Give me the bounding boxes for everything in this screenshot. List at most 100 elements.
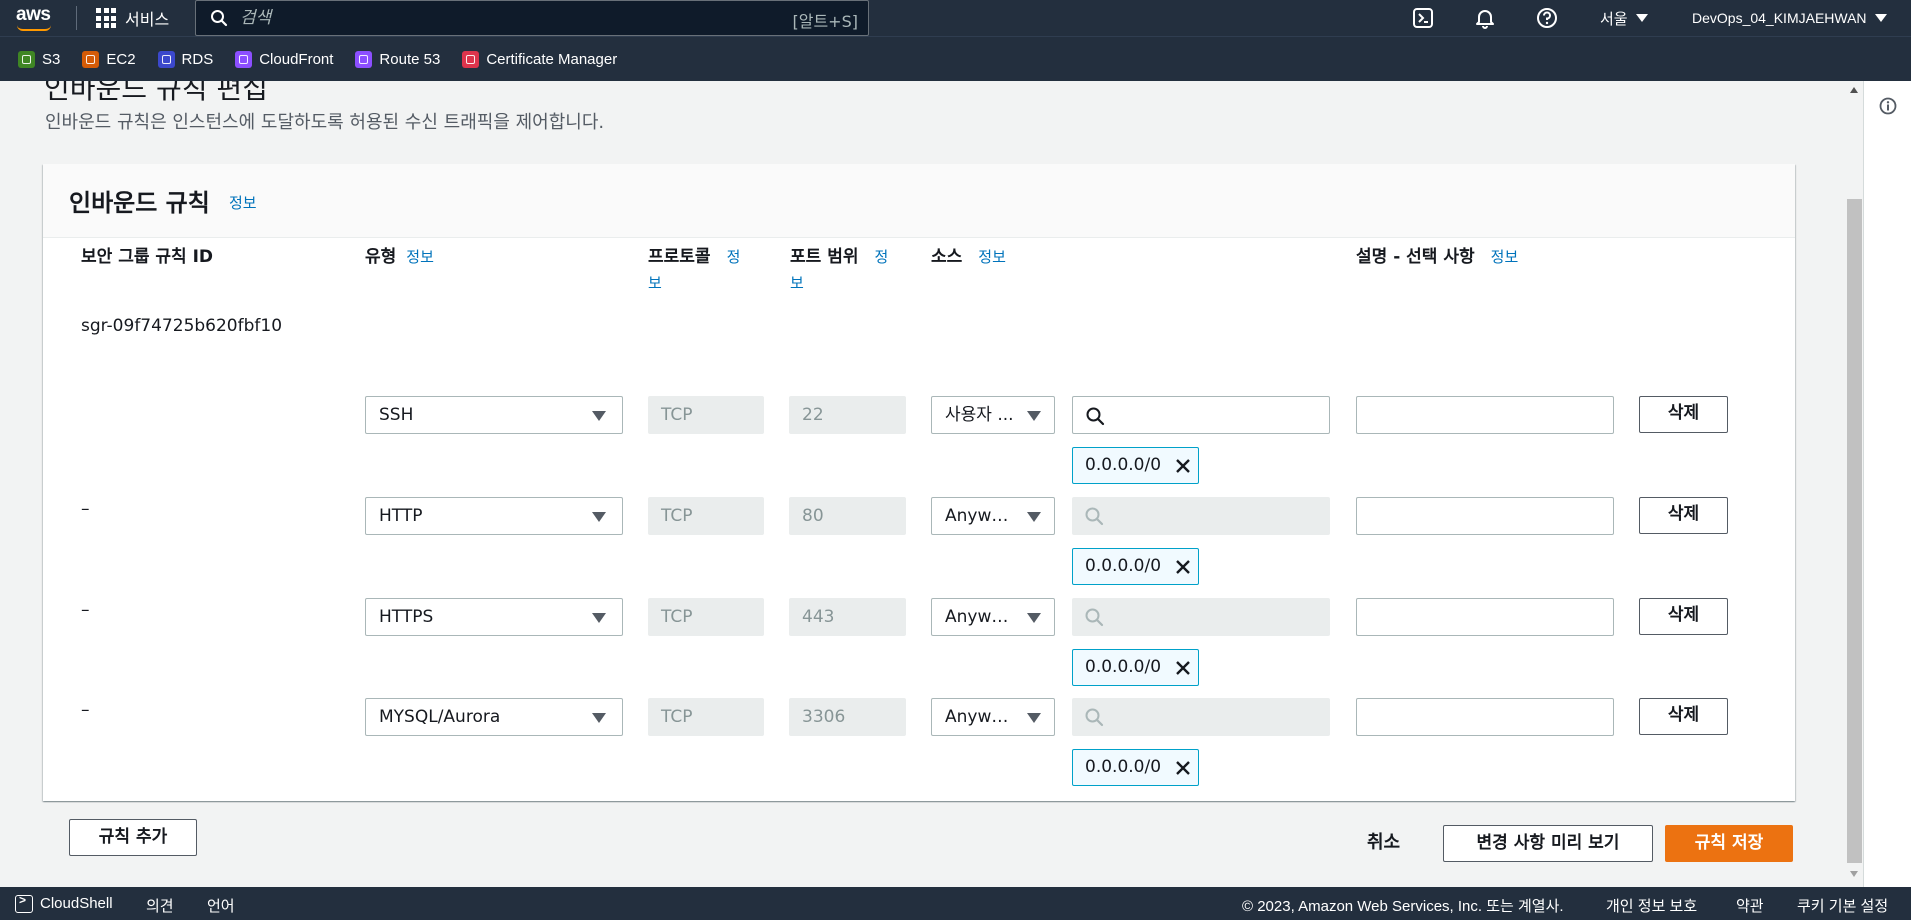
close-icon[interactable] bbox=[1175, 760, 1191, 776]
rule-id: sgr-09f74725b620fbf10 bbox=[81, 316, 283, 336]
delete-button[interactable]: 삭제 bbox=[1639, 598, 1728, 635]
delete-button[interactable]: 삭제 bbox=[1639, 698, 1728, 735]
source-select[interactable]: Anywh... bbox=[931, 598, 1055, 636]
panel-info-link[interactable]: 정보 bbox=[229, 192, 257, 213]
scrollbar-thumb[interactable] bbox=[1847, 199, 1862, 863]
language-link[interactable]: 언어 bbox=[207, 895, 235, 916]
caret-down-icon bbox=[592, 512, 606, 522]
port-range-field: 80 bbox=[789, 497, 906, 535]
bell-icon[interactable] bbox=[1474, 7, 1496, 29]
cidr-token: 0.0.0.0/0 bbox=[1072, 447, 1199, 484]
source-search-input[interactable] bbox=[1072, 396, 1330, 434]
feedback-link[interactable]: 의견 bbox=[146, 895, 174, 916]
vertical-scrollbar[interactable] bbox=[1846, 81, 1863, 887]
source-select[interactable]: Anywh... bbox=[931, 698, 1055, 736]
port-range-field: 443 bbox=[789, 598, 906, 636]
source-search-input bbox=[1072, 598, 1330, 636]
column-header-source: 소스 정보 bbox=[931, 247, 1006, 267]
copyright-text: © 2023, Amazon Web Services, Inc. 또는 계열사… bbox=[1242, 898, 1564, 915]
type-select[interactable]: SSH bbox=[365, 396, 623, 434]
type-select[interactable]: HTTPS bbox=[365, 598, 623, 636]
favorite-label: Route 53 bbox=[379, 50, 441, 68]
protocol-info-link[interactable]: 정 bbox=[727, 248, 741, 266]
favorite-label: RDS bbox=[181, 50, 214, 68]
preview-changes-button[interactable]: 변경 사항 미리 보기 bbox=[1443, 825, 1653, 862]
panel-title: 인바운드 규칙 bbox=[69, 189, 210, 217]
column-header-description: 설명 - 선택 사항 정보 bbox=[1356, 247, 1519, 267]
caret-down-icon bbox=[592, 713, 606, 723]
search-icon bbox=[1085, 608, 1104, 627]
save-rules-button[interactable]: 규칙 저장 bbox=[1665, 825, 1793, 862]
caret-down-icon bbox=[1027, 713, 1041, 723]
delete-button[interactable]: 삭제 bbox=[1639, 396, 1728, 433]
region-selector[interactable]: 서울 bbox=[1600, 0, 1648, 36]
favorite-cloudfront[interactable]: CloudFront bbox=[235, 50, 334, 68]
favorite-label: EC2 bbox=[106, 50, 136, 68]
services-label: 서비스 bbox=[125, 10, 170, 29]
type-info-link[interactable]: 정보 bbox=[406, 248, 434, 266]
account-label: DevOps_04_KIMJAEHWAN bbox=[1692, 10, 1867, 26]
source-info-link[interactable]: 정보 bbox=[978, 248, 1006, 266]
description-input[interactable] bbox=[1356, 396, 1614, 434]
services-menu-button[interactable]: 서비스 bbox=[96, 0, 169, 36]
cidr-token: 0.0.0.0/0 bbox=[1072, 548, 1199, 585]
type-select[interactable]: MYSQL/Aurora bbox=[365, 698, 623, 736]
caret-down-icon bbox=[592, 411, 606, 421]
aws-smile-icon bbox=[17, 25, 51, 31]
description-input[interactable] bbox=[1356, 497, 1614, 535]
scroll-up-arrow-icon[interactable] bbox=[1850, 87, 1858, 93]
search-icon bbox=[1086, 407, 1105, 426]
favorite-rds[interactable]: RDS bbox=[157, 50, 214, 68]
favorite-label: CloudFront bbox=[259, 50, 334, 68]
main-content: 인바운드 규칙 편집 인바운드 규칙은 인스턴스에 도달하도록 허용된 수신 트… bbox=[0, 81, 1863, 887]
rule-id: – bbox=[81, 700, 90, 720]
favorite-label: S3 bbox=[42, 50, 61, 68]
favorite-ec2[interactable]: EC2 bbox=[82, 50, 136, 68]
cloudshell-icon[interactable] bbox=[1412, 7, 1434, 29]
source-search-input bbox=[1072, 497, 1330, 535]
favorite-certificate-manager[interactable]: Certificate Manager bbox=[462, 50, 618, 68]
aws-logo[interactable]: aws bbox=[16, 4, 56, 32]
cookie-preferences-link[interactable]: 쿠키 기본 설정 bbox=[1797, 895, 1888, 916]
type-select[interactable]: HTTP bbox=[365, 497, 623, 535]
page-title: 인바운드 규칙 편집 bbox=[44, 81, 268, 105]
source-select[interactable]: 사용자 ... bbox=[931, 396, 1055, 434]
column-header-type: 유형 정보 bbox=[365, 247, 434, 267]
region-label: 서울 bbox=[1600, 9, 1628, 28]
privacy-link[interactable]: 개인 정보 보호 bbox=[1606, 895, 1697, 916]
favorite-route53[interactable]: Route 53 bbox=[355, 50, 441, 68]
port-info-link[interactable]: 정 bbox=[874, 248, 888, 266]
caret-down-icon bbox=[1027, 613, 1041, 623]
delete-button[interactable]: 삭제 bbox=[1639, 497, 1728, 534]
terms-link[interactable]: 약관 bbox=[1736, 895, 1764, 916]
cloudshell-link[interactable]: CloudShell bbox=[40, 895, 113, 912]
help-icon[interactable] bbox=[1536, 7, 1558, 29]
scroll-down-arrow-icon[interactable] bbox=[1850, 871, 1858, 877]
port-range-field: 3306 bbox=[789, 698, 906, 736]
protocol-field: TCP bbox=[648, 598, 764, 636]
close-icon[interactable] bbox=[1175, 660, 1191, 676]
search-box[interactable]: [알트+S] bbox=[195, 0, 869, 36]
description-input[interactable] bbox=[1356, 698, 1614, 736]
favorites-bar: S3 EC2 RDS CloudFront Route 53 Certifica… bbox=[0, 36, 1911, 81]
rule-id: – bbox=[81, 600, 90, 620]
add-rule-button[interactable]: 규칙 추가 bbox=[69, 819, 197, 856]
favorite-s3[interactable]: S3 bbox=[18, 50, 61, 68]
close-icon[interactable] bbox=[1175, 559, 1191, 575]
info-icon[interactable] bbox=[1879, 97, 1897, 115]
close-icon[interactable] bbox=[1175, 458, 1191, 474]
ec2-icon bbox=[82, 50, 100, 68]
search-input[interactable] bbox=[240, 5, 740, 31]
caret-down-icon bbox=[1874, 14, 1887, 22]
description-info-link[interactable]: 정보 bbox=[1491, 248, 1519, 266]
cancel-button[interactable]: 취소 bbox=[1367, 828, 1400, 854]
description-input[interactable] bbox=[1356, 598, 1614, 636]
favorite-label: Certificate Manager bbox=[486, 50, 618, 68]
search-icon bbox=[1085, 507, 1104, 526]
source-select[interactable]: Anywh... bbox=[931, 497, 1055, 535]
section-description: 인바운드 규칙은 인스턴스에 도달하도록 허용된 수신 트래픽을 제어합니다. bbox=[45, 112, 605, 133]
cloudshell-icon[interactable] bbox=[15, 893, 33, 913]
inbound-rules-panel: 인바운드 규칙 정보 보안 그룹 규칙 ID 유형 정보 프로토콜 정 보 포트 범위… bbox=[43, 164, 1795, 856]
cloudfront-icon bbox=[235, 50, 253, 68]
account-menu[interactable]: DevOps_04_KIMJAEHWAN bbox=[1692, 0, 1887, 36]
